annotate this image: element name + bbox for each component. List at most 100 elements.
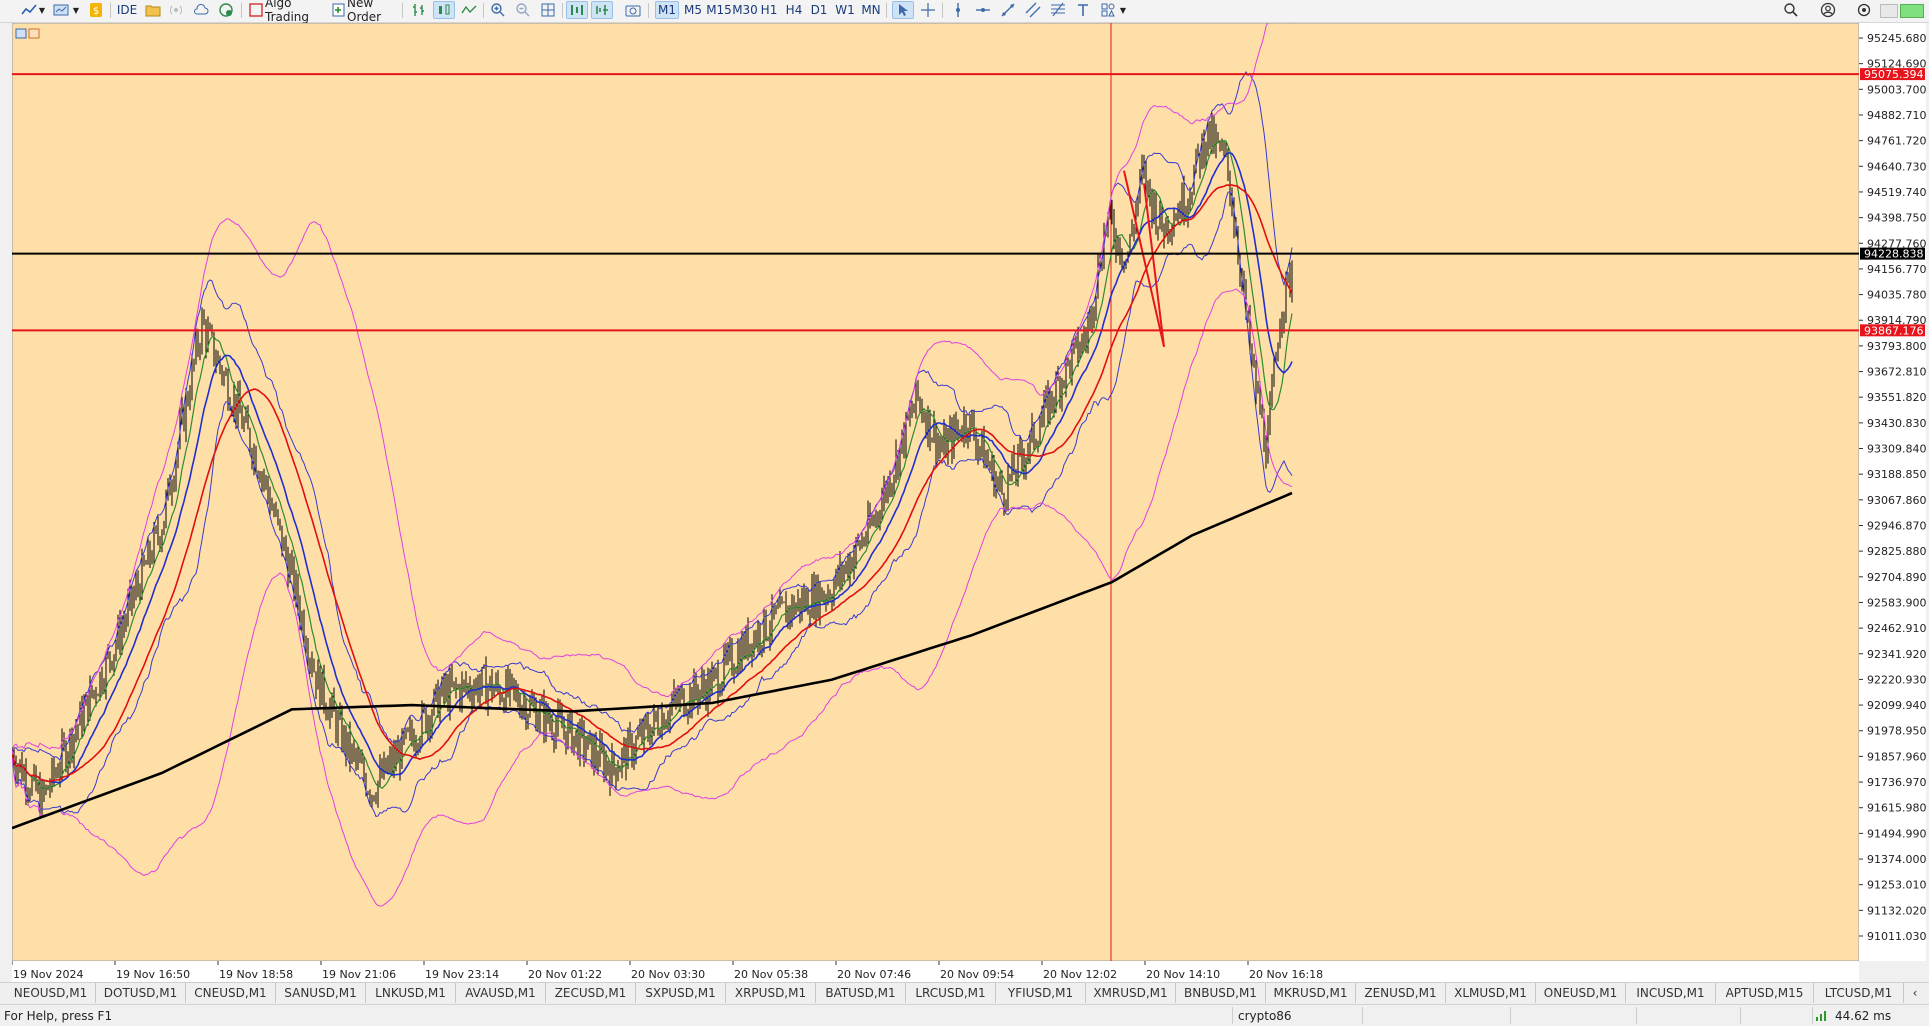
main-toolbar: ▼ ▼ $ IDE Algo Trading New Order M1 M5 M… [0,0,1929,24]
shapes-icon[interactable] [1097,1,1119,19]
depth-of-market-icon [28,28,40,39]
price-label: 92220.930 [1867,673,1926,686]
symbol-tab[interactable]: INCUSD,M1 [1626,983,1716,1003]
price-label: 91374.000 [1867,853,1926,866]
account-icon[interactable] [1817,1,1839,19]
status-bar: For Help, press F1 crypto86 44.62 ms [0,1004,1929,1026]
symbol-tab[interactable]: XRPUSD,M1 [726,983,816,1003]
timeframe-h4[interactable]: H4 [783,1,805,19]
horizontal-line-icon[interactable] [972,1,994,19]
time-label: 19 Nov 21:06 [322,968,396,981]
timeframe-m30[interactable]: M30 [731,1,759,19]
grid-icon[interactable] [537,1,559,19]
line-chart-icon[interactable] [458,1,480,19]
symbol-tab[interactable]: XLMUSD,M1 [1446,983,1536,1003]
text-tool-icon[interactable] [1072,1,1094,19]
svg-text:$: $ [93,6,99,17]
symbol-tab[interactable]: BATUSD,M1 [816,983,906,1003]
time-label: 20 Nov 01:22 [528,968,602,981]
tabs-scroll-right-icon[interactable]: › [1924,983,1929,1003]
cloud-icon[interactable] [190,1,212,19]
time-label: 20 Nov 05:38 [734,968,808,981]
level-price-label: 95075.394 [1864,68,1924,81]
chart-shift-icon[interactable] [591,1,613,19]
channel-icon[interactable] [1022,1,1044,19]
symbol-tab[interactable]: NEOUSD,M1 [6,983,96,1003]
symbol-tab[interactable]: SXPUSD,M1 [636,983,726,1003]
cursor-icon[interactable] [892,1,914,19]
price-label: 92946.870 [1867,519,1926,532]
search-icon[interactable] [1780,1,1802,19]
timeframe-w1[interactable]: W1 [833,1,857,19]
symbol-tab[interactable]: ZENUSD,M1 [1356,983,1446,1003]
symbol-tab[interactable]: LNKUSD,M1 [366,983,456,1003]
symbol-tab[interactable]: MKRUSD,M1 [1266,983,1356,1003]
timeframe-m5[interactable]: M5 [681,1,705,19]
zoom-in-icon[interactable] [487,1,509,19]
fibonacci-icon[interactable] [1047,1,1069,19]
price-label: 93793.800 [1867,340,1926,353]
new-order-button[interactable]: New Order [347,0,399,24]
price-label: 94519.740 [1867,186,1926,199]
algo-trading-icon[interactable] [245,1,267,19]
symbol-tab[interactable]: ZECUSD,M1 [546,983,636,1003]
symbol-tab[interactable]: ONEUSD,M1 [1536,983,1626,1003]
time-label: 20 Nov 09:54 [940,968,1014,981]
timeframe-m15[interactable]: M15 [705,1,733,19]
auto-scroll-icon[interactable] [566,1,588,19]
price-label: 91494.990 [1867,827,1926,840]
bar-chart-icon[interactable] [408,1,430,19]
symbol-tab[interactable]: DOTUSD,M1 [96,983,186,1003]
price-label: 93188.850 [1867,468,1926,481]
symbol-tab[interactable]: LRCUSD,M1 [906,983,996,1003]
chevron-down-icon[interactable]: ▼ [71,1,81,19]
ide-button[interactable]: IDE [114,1,140,19]
price-label: 94156.770 [1867,263,1926,276]
folder-icon[interactable] [142,1,164,19]
price-label: 91978.950 [1867,725,1926,738]
crosshair-icon[interactable] [917,1,939,19]
signal-icon[interactable] [165,1,187,19]
algo-trading-button[interactable]: Algo Trading [265,0,325,24]
chevron-down-icon[interactable]: ▼ [1118,1,1128,19]
time-label: 19 Nov 18:58 [219,968,293,981]
symbol-tab[interactable]: AVAUSD,M1 [456,983,546,1003]
screenshot-icon[interactable] [622,1,644,19]
ping-value: 44.62 ms [1835,1009,1892,1023]
time-label: 20 Nov 14:10 [1146,968,1220,981]
symbol-tab[interactable]: APTUSD,M15 [1716,983,1814,1003]
trendline-icon[interactable] [997,1,1019,19]
candlestick-icon[interactable] [433,1,455,19]
price-label: 93067.860 [1867,494,1926,507]
globe-icon[interactable] [215,1,237,19]
symbol-tab[interactable]: CNEUSD,M1 [186,983,276,1003]
vertical-line-icon[interactable] [947,1,969,19]
level-price-label: 94228.838 [1864,248,1924,261]
timeframe-mn[interactable]: MN [858,1,884,19]
symbol-tab[interactable]: LTCUSD,M1 [1814,983,1904,1003]
templates-icon[interactable] [50,1,72,19]
chart-canvas[interactable]: 95245.68095124.69095003.70094882.7109476… [12,23,1926,986]
price-chart[interactable]: 95245.680 95124.690 95003.700 94882.710 9476… [12,23,1926,986]
profile-name: crypto86 [1238,1009,1292,1023]
settings-icon[interactable] [1853,1,1875,19]
timeframe-m1[interactable]: M1 [655,1,679,19]
price-label: 95245.680 [1867,32,1926,45]
symbol-tab[interactable]: SANUSD,M1 [276,983,366,1003]
price-label: 92704.890 [1867,571,1926,584]
signal-strength-icon [1815,1008,1829,1025]
symbol-tab[interactable]: XMRUSD,M1 [1086,983,1176,1003]
price-label: 95003.700 [1867,83,1926,96]
symbol-tabs-bar: NEOUSD,M1 DOTUSD,M1 CNEUSD,M1 SANUSD,M1 LNKU… [0,982,1929,1004]
price-label: 94035.780 [1867,289,1926,302]
symbol-tab[interactable]: BNBUSD,M1 [1176,983,1266,1003]
time-label: 20 Nov 16:18 [1249,968,1323,981]
symbol-tab[interactable]: YFIUSD,M1 [996,983,1086,1003]
timeframe-d1[interactable]: D1 [808,1,830,19]
chevron-down-icon[interactable]: ▼ [37,1,47,19]
zoom-out-icon[interactable] [512,1,534,19]
price-label: 94640.730 [1867,160,1926,173]
market-icon[interactable]: $ [85,1,107,19]
timeframe-h1[interactable]: H1 [758,1,780,19]
tabs-scroll-left-icon[interactable]: ‹ [1906,983,1924,1003]
